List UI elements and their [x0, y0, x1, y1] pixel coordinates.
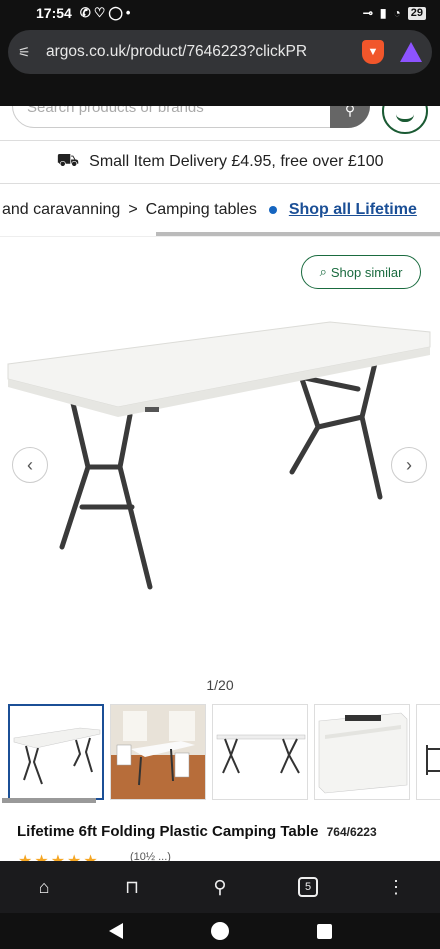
- delivery-text: Small Item Delivery £4.95, free over £10…: [89, 153, 384, 170]
- home-button-icon[interactable]: [210, 922, 229, 940]
- product-image[interactable]: [0, 307, 440, 687]
- image-counter: 1/20: [206, 677, 234, 693]
- search-input[interactable]: Search products or brands: [12, 106, 370, 128]
- table-leg: [359, 356, 383, 500]
- tab-count: 5: [298, 877, 318, 897]
- shop-similar-button[interactable]: ⌕ Shop similar: [301, 255, 421, 289]
- browser-bottom-nav: ⌂ ⊓ ⚲ 5 ⋮: [0, 861, 440, 913]
- thumbnail[interactable]: [416, 704, 440, 800]
- product-title: Lifetime 6ft Folding Plastic Camping Tab…: [17, 823, 437, 840]
- bullet-icon: [268, 206, 277, 214]
- next-image-button[interactable]: ›: [391, 447, 427, 483]
- thumbnail-scrollbar[interactable]: [2, 798, 96, 803]
- battery-icon: 29: [407, 6, 426, 20]
- wifi-icon: ◔: [393, 6, 401, 20]
- bookmark-icon[interactable]: ⊓: [118, 873, 146, 901]
- thumbnail[interactable]: [8, 704, 104, 800]
- system-nav: [0, 913, 440, 949]
- thumbnail-image: [111, 705, 205, 799]
- chevron-right-icon: ›: [406, 455, 412, 475]
- search-icon: ⚲: [344, 106, 356, 118]
- visual-search-icon: ⌕: [319, 264, 327, 279]
- table-brace: [315, 414, 365, 430]
- tabs-button[interactable]: 5: [294, 873, 322, 901]
- product-code: 764/6223: [326, 825, 377, 839]
- home-icon[interactable]: ⌂: [30, 873, 58, 901]
- status-right: ⊸ ▮ ◔ 29: [363, 6, 426, 20]
- chevron-left-icon: ‹: [27, 455, 33, 475]
- table-logo-tag: [145, 407, 159, 412]
- thumbnail-strip[interactable]: [0, 698, 440, 806]
- url-text[interactable]: argos.co.uk/product/7646223?clickPR: [46, 43, 356, 61]
- thumbnail-image: [13, 727, 101, 785]
- breadcrumb-item[interactable]: Camping tables: [146, 201, 257, 219]
- key-icon: ⊸: [362, 6, 373, 20]
- table-leg: [117, 412, 153, 590]
- breadcrumb: and caravanning > Camping tables Shop al…: [0, 184, 440, 236]
- delivery-banner[interactable]: ⛟ Small Item Delivery £4.95, free over £…: [0, 140, 440, 184]
- brave-rewards-icon[interactable]: [400, 42, 422, 62]
- smile-icon: [396, 114, 414, 122]
- clock: 17:54: [36, 5, 72, 21]
- product-gallery[interactable]: ⌕ Shop similar ‹ › 1/20: [0, 236, 440, 698]
- rating-stars[interactable]: ★★★★★: [18, 851, 100, 861]
- thumbnail-image: [216, 734, 306, 774]
- address-bar[interactable]: ⚟ argos.co.uk/product/7646223?clickPR ▼: [8, 30, 432, 74]
- prev-image-button[interactable]: ‹: [12, 447, 48, 483]
- table-illustration: [7, 321, 431, 590]
- review-count[interactable]: (10½ ...): [130, 851, 171, 861]
- shop-all-link[interactable]: Shop all Lifetime: [289, 201, 417, 219]
- status-bar: 17:54 ✆♡◯• ⊸ ▮ ◔ 29: [0, 0, 440, 26]
- thumbnail[interactable]: [110, 704, 206, 800]
- chevron-right-icon: >: [128, 201, 138, 218]
- search-button[interactable]: ⚲: [330, 106, 370, 128]
- site-header: Search products or brands ⚲: [0, 106, 440, 140]
- shop-similar-label: Shop similar: [330, 264, 403, 280]
- signal-icon: ▮: [379, 6, 387, 20]
- brave-shields-icon[interactable]: ▼: [362, 40, 384, 64]
- breadcrumb-item[interactable]: and caravanning: [2, 201, 120, 219]
- table-leg: [59, 396, 91, 550]
- thumbnail[interactable]: [314, 704, 410, 800]
- search-icon[interactable]: ⚲: [206, 873, 234, 901]
- product-name: Lifetime 6ft Folding Plastic Camping Tab…: [17, 823, 319, 840]
- thumbnail[interactable]: [212, 704, 308, 800]
- account-avatar[interactable]: [382, 106, 428, 134]
- table-leg: [289, 370, 321, 475]
- site-settings-icon[interactable]: ⚟: [18, 44, 40, 61]
- truck-icon: ⛟: [56, 150, 80, 170]
- recents-icon[interactable]: [316, 923, 332, 939]
- more-menu-icon[interactable]: ⋮: [382, 873, 410, 901]
- thumbnail-image: [426, 745, 440, 775]
- notification-icons: ✆♡◯•: [79, 5, 134, 20]
- thumbnail-image: [318, 712, 408, 794]
- back-icon[interactable]: [108, 923, 123, 939]
